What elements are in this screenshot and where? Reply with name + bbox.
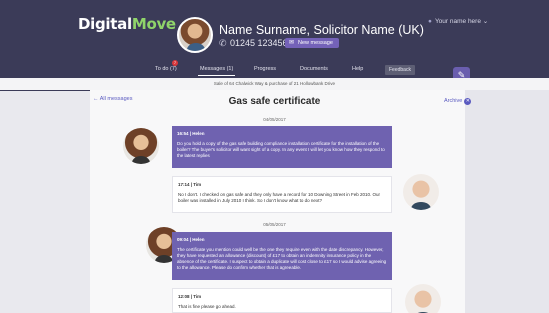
message-text: That is fine please go ahead. [178, 304, 236, 309]
tim-avatar [403, 174, 439, 210]
tab-to-do[interactable]: To do (7) [155, 66, 177, 72]
new-message-label: New message [298, 40, 333, 46]
archive-label: Archive [444, 98, 463, 104]
tab-documents[interactable]: Documents [300, 66, 328, 72]
message-text: Do you hold a copy of the gas safe build… [177, 141, 385, 158]
logo-text-move: Move [131, 15, 176, 33]
message-text: No I don't. I checked on gas safe and th… [178, 192, 380, 203]
message-meta: 12:08 | Tim [178, 294, 202, 299]
message-bubble-helen: 09:04 | Helen The certificate you mentio… [172, 232, 392, 280]
todo-badge: 7 [172, 60, 178, 66]
phone-number[interactable]: 01245 123456 [230, 38, 288, 48]
user-icon: ● [428, 18, 432, 25]
user-name: Your name here [434, 18, 481, 25]
user-menu[interactable]: ● Your name here ⌄ [428, 17, 488, 25]
tab-help[interactable]: Help [352, 66, 363, 72]
message-bubble-helen: 16:54 | Helen Do you hold a copy of the … [172, 126, 392, 168]
tab-messages[interactable]: Messages (1) [197, 66, 236, 76]
message-meta: 16:54 | Helen [177, 131, 205, 136]
transaction-subject: Sale of 64 Chalwick Way & purchase of 21… [0, 78, 549, 90]
date-divider: 05/05/2017 [263, 222, 286, 227]
archive-button[interactable]: Archive ✕ [444, 98, 472, 105]
app-logo[interactable]: DigitalMove [78, 15, 176, 33]
new-message-button[interactable]: ✉ New message [285, 38, 339, 48]
date-divider: 04/05/2017 [263, 117, 286, 122]
message-text: The certificate you mention could well b… [177, 247, 387, 270]
message-icon: ✉ [289, 40, 295, 46]
message-meta: 09:04 | Helen [177, 237, 205, 242]
chevron-down-icon: ⌄ [482, 18, 489, 25]
feedback-button[interactable]: Feedback [385, 65, 415, 75]
helen-avatar [123, 128, 159, 164]
solicitor-avatar [177, 17, 213, 53]
message-bubble-tim: 12:08 | Tim That is fine please go ahead… [172, 288, 392, 313]
phone-icon: ✆ [219, 38, 227, 48]
message-bubble-tim: 17:14 | Tim No I don't. I checked on gas… [172, 176, 392, 213]
page-background [465, 90, 549, 313]
close-icon: ✕ [464, 98, 472, 105]
tim-avatar [405, 284, 441, 313]
logo-text-digital: Digital [78, 15, 132, 33]
contact-name: Name Surname, Solicitor Name (UK) [219, 23, 424, 37]
tab-progress[interactable]: Progress [254, 66, 276, 72]
message-meta: 17:14 | Tim [178, 182, 202, 187]
